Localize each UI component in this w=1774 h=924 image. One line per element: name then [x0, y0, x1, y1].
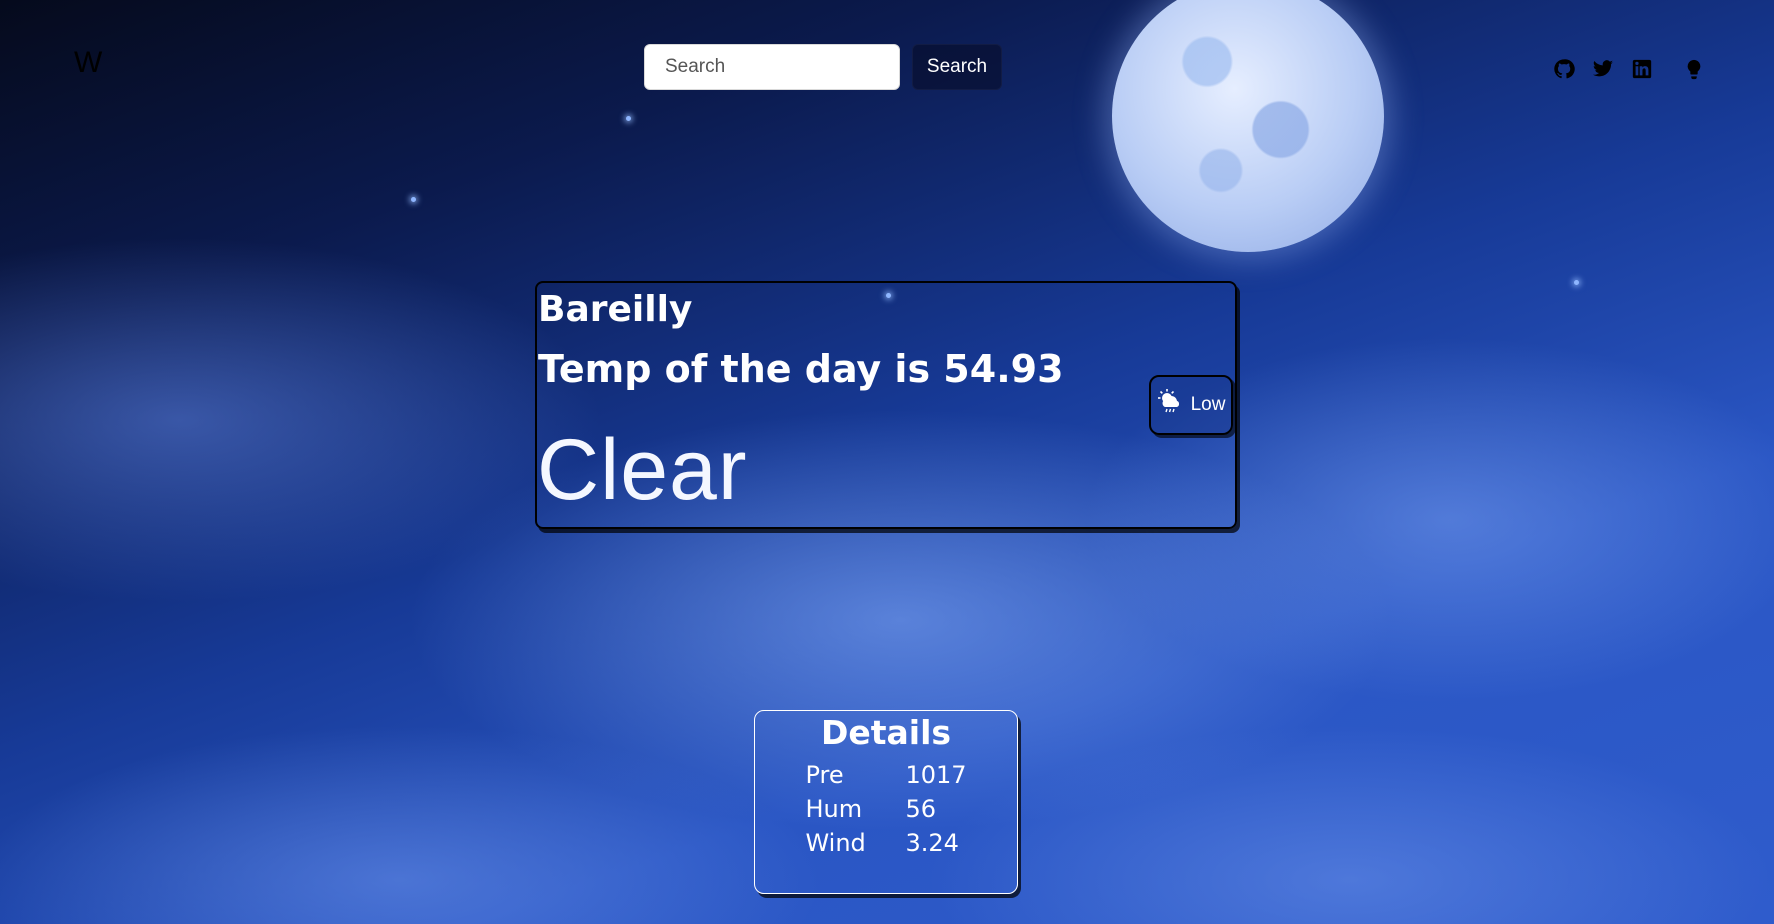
star-decoration	[626, 116, 631, 121]
lightbulb-icon[interactable]	[1682, 57, 1706, 81]
twitter-icon[interactable]	[1591, 57, 1615, 81]
weather-condition: Clear	[537, 422, 748, 518]
details-title: Details	[820, 713, 952, 752]
search-button[interactable]: Search	[912, 44, 1002, 90]
table-row: Hum 56	[805, 792, 966, 826]
weather-level-label: Low	[1190, 394, 1226, 415]
cloud-rain-sun-icon	[1157, 388, 1185, 422]
linkedin-icon[interactable]	[1630, 57, 1654, 81]
details-card: Details Pre 1017 Hum 56 Wind 3.24	[754, 710, 1018, 894]
table-row: Pre 1017	[805, 758, 966, 792]
brand-logo[interactable]: W	[74, 46, 102, 80]
temperature-text: Temp of the day is 54.93	[538, 347, 1064, 391]
city-name: Bareilly	[538, 289, 693, 330]
detail-label-pressure: Pre	[805, 761, 844, 789]
detail-label-humidity: Hum	[805, 795, 863, 823]
star-decoration	[411, 197, 416, 202]
table-row: Wind 3.24	[805, 826, 966, 860]
details-table: Pre 1017 Hum 56 Wind 3.24	[805, 758, 966, 860]
github-icon[interactable]	[1552, 57, 1576, 81]
weather-card: Bareilly Temp of the day is 54.93 Clear …	[535, 281, 1237, 529]
weather-level-badge: Low	[1149, 375, 1233, 435]
moon-image	[1112, 0, 1384, 252]
star-decoration	[1574, 280, 1579, 285]
detail-label-wind: Wind	[805, 829, 866, 857]
detail-value-pressure: 1017	[905, 761, 967, 789]
search-input[interactable]	[644, 44, 900, 90]
detail-value-humidity: 56	[905, 795, 936, 823]
detail-value-wind: 3.24	[905, 829, 959, 857]
